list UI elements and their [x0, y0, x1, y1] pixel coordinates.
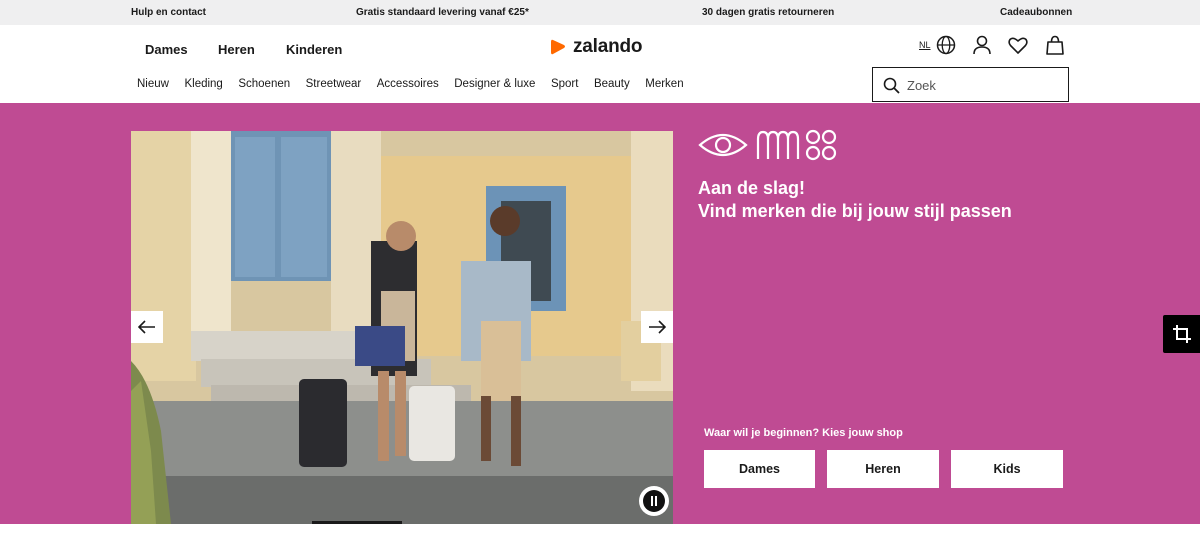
- headline-line-2: Vind merken die bij jouw stijl passen: [698, 201, 1012, 221]
- top-info-bar: Hulp en contact Gratis standaard leverin…: [0, 0, 1200, 25]
- carousel-prev-button[interactable]: [131, 311, 163, 343]
- headline-line-1: Aan de slag!: [698, 178, 806, 198]
- hero-photo: [131, 131, 673, 524]
- hero-banner: Aan de slag! Vind merken die bij jouw st…: [0, 103, 1200, 524]
- logo-wordmark: zalando: [573, 36, 643, 57]
- shop-prompt: Waar wil je beginnen? Kies jouw shop: [704, 427, 903, 439]
- search-icon: [883, 77, 900, 94]
- crop-icon: [1172, 325, 1191, 343]
- nav-item-nieuw[interactable]: Nieuw: [137, 78, 169, 90]
- category-navigation: Nieuw Kleding Schoenen Streetwear Access…: [137, 78, 699, 90]
- user-icon: [973, 35, 991, 55]
- account-button[interactable]: [971, 34, 995, 58]
- search-input[interactable]: [907, 76, 1057, 94]
- nav-item-streetwear[interactable]: Streetwear: [306, 78, 362, 90]
- street-scene-image: [131, 131, 673, 524]
- search-box[interactable]: [872, 67, 1069, 102]
- nav-item-beauty[interactable]: Beauty: [594, 78, 630, 90]
- nav-item-schoenen[interactable]: Schoenen: [238, 78, 290, 90]
- nav-item-accessoires[interactable]: Accessoires: [377, 78, 439, 90]
- wishlist-button[interactable]: [1007, 34, 1031, 58]
- carousel-next-button[interactable]: [641, 311, 673, 343]
- nav-item-designer-luxe[interactable]: Designer & luxe: [454, 78, 535, 90]
- returns-info-link[interactable]: 30 dagen gratis retourneren: [702, 7, 834, 18]
- globe-icon: [936, 35, 956, 55]
- cart-button[interactable]: [1044, 34, 1068, 58]
- eye-loops-dots-icon: [698, 129, 837, 161]
- bag-icon: [1046, 35, 1064, 55]
- zalando-logo-icon: [551, 39, 565, 55]
- shop-kids-button[interactable]: Kids: [951, 450, 1063, 488]
- gender-tab-heren[interactable]: Heren: [218, 42, 255, 57]
- language-selector[interactable]: NL: [919, 34, 959, 58]
- gender-tab-kinderen[interactable]: Kinderen: [286, 42, 342, 57]
- zalando-logo[interactable]: zalando: [549, 35, 643, 59]
- gender-tab-dames[interactable]: Dames: [145, 42, 188, 57]
- shop-dames-button[interactable]: Dames: [704, 450, 815, 488]
- pause-icon: [651, 496, 653, 506]
- shipping-info-link[interactable]: Gratis standaard levering vanaf €25*: [356, 7, 529, 18]
- arrow-right-icon: [649, 320, 666, 334]
- promo-graphic: [698, 129, 838, 170]
- nav-item-kleding[interactable]: Kleding: [184, 78, 222, 90]
- nav-item-sport[interactable]: Sport: [551, 78, 579, 90]
- carousel-progress-bar: [312, 521, 402, 524]
- shop-heren-button[interactable]: Heren: [827, 450, 939, 488]
- hero-headline: Aan de slag! Vind merken die bij jouw st…: [698, 177, 1012, 223]
- gift-cards-link[interactable]: Cadeaubonnen: [1000, 7, 1072, 18]
- arrow-left-icon: [138, 320, 155, 334]
- side-crop-tool[interactable]: [1163, 315, 1200, 353]
- carousel-pause-button[interactable]: [639, 486, 669, 516]
- site-header: Dames Heren Kinderen zalando NL Nieuw Kl…: [0, 25, 1200, 103]
- help-contact-link[interactable]: Hulp en contact: [131, 7, 206, 18]
- language-code: NL: [919, 40, 931, 50]
- heart-icon: [1008, 37, 1028, 54]
- nav-item-merken[interactable]: Merken: [645, 78, 683, 90]
